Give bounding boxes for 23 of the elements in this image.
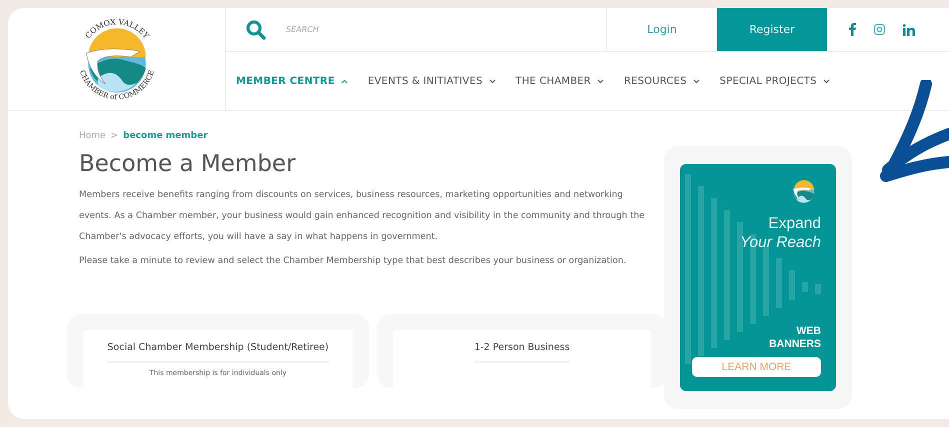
nav-item[interactable]: EVENTS & INITIATIVES (368, 76, 496, 86)
banner-headline: Expand Your Reach (740, 214, 821, 252)
facebook-icon[interactable] (849, 23, 856, 36)
caret-icon (340, 78, 348, 84)
intro-paragraph: Members receive benefits ranging from discounts on services, business resources, marketing opportunities and networking events. As a Chamber member, your business would gain enhanced recognition and visibility in the community and through the Chamber's advocacy efforts, you will have a say in what happens in government. (79, 189, 646, 244)
breadcrumb-separator: > (110, 131, 118, 141)
caret-icon (596, 78, 604, 84)
intro-paragraph: Please take a minute to review and select the Chamber Membership type that best describes your business or organization. (79, 255, 628, 268)
caret-icon (822, 78, 830, 84)
instagram-icon[interactable] (874, 24, 885, 35)
nav-item[interactable]: SPECIAL PROJECTS (720, 76, 830, 86)
linkedin-icon[interactable] (903, 24, 915, 36)
caret-icon (692, 78, 700, 84)
card-title: 1-2 Person Business (474, 342, 570, 363)
membership-card[interactable]: 1-2 Person Business (393, 330, 651, 388)
nav-item[interactable]: RESOURCES (624, 76, 700, 86)
banner-tag: WEB BANNERS (769, 325, 821, 351)
nav-item[interactable]: THE CHAMBER (516, 76, 604, 86)
card-title: Social Chamber Membership (Student/Retiree) (107, 342, 329, 363)
page-title: Become a Member (79, 151, 297, 177)
caret-icon (488, 78, 496, 84)
promo-banner[interactable]: Expand Your Reach WEB BANNERS LEARN MORE (680, 164, 836, 391)
search-icon[interactable] (246, 20, 266, 40)
